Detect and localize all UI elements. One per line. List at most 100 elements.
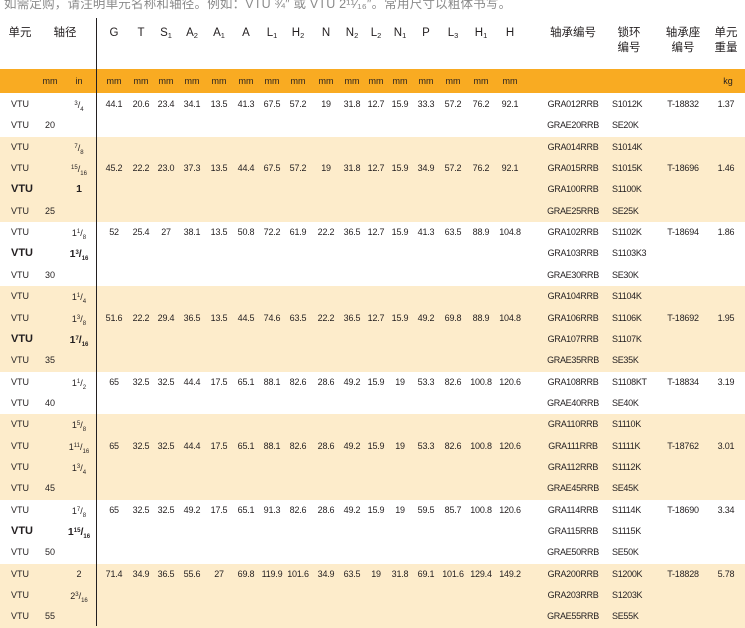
header-housing: 轴承座 编号 [660,26,706,56]
row-dim-h1: 100.8 [470,376,492,387]
row-dim-h: 149.2 [499,568,521,579]
row-lock-no: SE40K [612,397,639,408]
row-unit: VTU [11,525,33,537]
row-housing-no: T-18832 [667,99,699,109]
row-dim-p: 34.9 [417,163,435,174]
row-dim-l1: 119.9 [261,568,283,579]
header-col-s1: S1 [160,27,172,40]
units-band: mm in mm mm mm mm mm mm mm mm mm mm mm mm mm mm mm mm k… [0,69,745,93]
header-col-h2: H2 [291,27,305,40]
row-shaft-in: 13/8 [71,313,87,327]
row-dim-t: 20.6 [132,99,150,109]
unit-col-mm: mm [158,76,174,86]
row-bearing-no: GRAE20RRB [547,120,599,131]
header-lock-line1: 锁环 [617,27,641,39]
row-dim-h1: 76.2 [472,99,490,109]
unit-col-mm: mm [473,76,489,86]
row-lock-no: SE30K [612,269,639,280]
row-shaft-mm: 35 [44,355,55,366]
header-col-t: T [137,27,145,39]
row-shaft-in: 17/8 [71,505,87,519]
row-lock-no: S1103K3 [612,248,647,259]
row-lock-no: S1104K [612,291,642,302]
unit-col-mm: mm [445,76,461,86]
row-dim-h: 92.1 [501,99,519,109]
header-unit: 单元 [8,27,32,39]
row-dim-h: 120.6 [499,440,521,451]
row-dim-p: 59.5 [417,504,435,515]
row-unit: VTU [11,227,29,238]
row-bearing-no: GRA012RRB [547,99,599,109]
row-dim-s1: 32.5 [157,504,175,515]
row-unit: VTU [11,120,29,131]
unit-col-mm: mm [318,76,334,86]
row-lock-no: S1111K [612,440,641,451]
row-unit: VTU [11,483,29,494]
row-bearing-no: GRA112RRB [547,461,599,472]
row-dim-n2: 49.2 [343,504,361,515]
row-bearing-no: GRA108RRB [547,376,599,387]
row-shaft-in: 111/16 [68,441,90,455]
row-weight: 1.86 [717,227,735,238]
row-dim-h1: 100.8 [470,440,492,451]
row-bearing-no: GRAE25RRB [547,205,599,216]
row-dim-p: 33.3 [417,99,435,109]
row-bearing-no: GRAE35RRB [547,355,599,366]
row-dim-a1: 13.5 [210,99,228,109]
row-dim-a2: 44.4 [183,376,201,387]
header-col-l2: L2 [370,27,382,40]
header-col-h: H [505,27,515,39]
row-shaft-in: 1 [76,183,82,196]
row-bearing-no: GRA203RRB [547,590,599,601]
row-unit: VTU [11,419,29,430]
header-housing-line1: 轴承座 [665,27,701,39]
row-dim-n2: 49.2 [343,440,361,451]
row-bearing-no: GRAE45RRB [547,483,599,494]
row-lock-no: S1106K [612,312,642,323]
row-dim-h2: 82.6 [289,376,307,387]
row-unit: VTU [11,99,29,109]
row-dim-h: 120.6 [499,376,521,387]
header-unit-weight: 单元 重量 [710,26,742,56]
unit-col-mm: mm [392,76,408,86]
row-lock-no: SE55K [612,611,639,622]
row-dim-a1: 17.5 [210,376,228,387]
row-lock-no: S1012K [612,99,643,109]
row-unit: VTU [11,183,33,196]
row-unit: VTU [11,440,29,451]
row-unit: VTU [11,376,29,387]
row-dim-l2: 15.9 [367,440,385,451]
row-dim-a: 44.5 [237,312,255,323]
row-dim-a1: 13.5 [210,163,228,174]
row-dim-a: 65.1 [237,504,255,515]
row-weight: 5.78 [717,568,735,579]
header-col-n2: N2 [345,27,359,40]
row-unit: VTU [11,461,29,472]
row-shaft-mm: 30 [44,269,55,280]
unit-in: in [75,76,83,86]
header-col-a: A [242,27,250,39]
row-shaft-mm: 40 [44,397,55,408]
row-dim-l3: 63.5 [444,227,462,238]
row-dim-l2: 12.7 [367,163,385,174]
row-dim-n1: 19 [395,440,405,451]
row-bearing-no: GRA110RRB [547,419,599,430]
row-dim-h: 104.8 [499,227,521,238]
row-dim-n2: 36.5 [343,312,361,323]
row-dim-n1: 15.9 [391,227,409,238]
row-bearing-no: GRAE40RRB [547,397,599,408]
row-weight: 1.46 [717,163,735,174]
row-lock-no: S1200K [612,568,643,579]
row-dim-a: 65.1 [237,376,255,387]
column-divider [96,18,97,626]
row-bearing-no: GRA104RRB [547,291,599,302]
row-dim-h2: 82.6 [289,440,307,451]
row-housing-no: T-18834 [667,376,699,387]
row-dim-g: 65 [109,440,119,451]
row-dim-a1: 17.5 [210,440,228,451]
row-housing-no: T-18828 [667,568,699,579]
row-dim-n: 22.2 [317,312,335,323]
row-lock-no: SE20K [612,120,639,131]
row-shaft-mm: 50 [44,547,55,558]
row-shaft-in: 13/4 [71,462,87,476]
